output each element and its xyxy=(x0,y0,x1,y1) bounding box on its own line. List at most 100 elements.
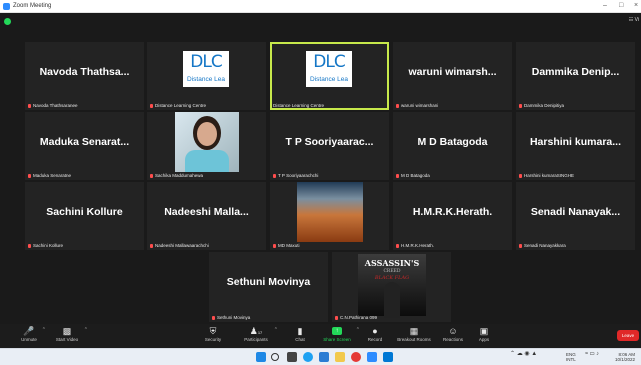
participant-name: H.M.R.K.Herath. xyxy=(412,206,493,218)
participant-caption: Sachika Maddumahewa xyxy=(150,173,203,178)
search-icon[interactable] xyxy=(271,353,279,361)
muted-mic-icon xyxy=(28,173,31,178)
view-button[interactable]: ☷ Vi xyxy=(629,17,639,23)
participant-image xyxy=(297,182,363,242)
record-button[interactable]: ● Record xyxy=(364,326,386,343)
participant-tile[interactable]: MD Maxuti xyxy=(270,182,389,250)
participants-button[interactable]: ♟17 Participants ⌃ xyxy=(240,326,278,343)
participants-caret-icon[interactable]: ⌃ xyxy=(274,327,278,333)
participant-caption: Navoda Thathsaranee xyxy=(28,103,77,108)
file-explorer-icon[interactable] xyxy=(335,352,345,362)
clock[interactable]: 8:06 AM 10/1/2022 xyxy=(615,352,635,362)
muted-mic-icon xyxy=(28,103,31,108)
security-button[interactable]: ⛨ Security xyxy=(202,326,224,343)
reactions-button[interactable]: ☺ Reactions xyxy=(440,326,466,343)
participant-image: ASSASSIN'S CREED BLACK FLAG xyxy=(358,254,426,318)
language-indicator[interactable]: ENG INTL xyxy=(566,352,576,362)
maximize-button[interactable]: □ xyxy=(619,1,623,11)
muted-mic-icon xyxy=(519,173,522,178)
muted-mic-icon xyxy=(150,103,153,108)
record-icon: ● xyxy=(372,326,378,336)
share-screen-button[interactable]: ↑ Share Screen ⌃ xyxy=(320,326,360,343)
leave-button[interactable]: Leave xyxy=(617,330,639,341)
participant-tile[interactable]: Sethuni Movinya Sethuni Movinya xyxy=(209,252,328,322)
muted-mic-icon xyxy=(212,315,215,320)
muted-mic-icon xyxy=(335,315,338,320)
participant-tile[interactable]: H.M.R.K.Herath. H.M.R.K.Herath. xyxy=(393,182,512,250)
participant-name: Senadi Nanayak... xyxy=(530,206,621,218)
muted-mic-icon xyxy=(273,243,276,248)
participant-name: waruni wimarsh... xyxy=(408,66,497,78)
share-options-caret-icon[interactable]: ⌃ xyxy=(356,327,360,333)
participant-tile[interactable]: Navoda Thathsa... Navoda Thathsaranee xyxy=(25,42,144,110)
active-speaker-tile[interactable]: DLC Distance Lea Distance Learning Centr… xyxy=(270,42,389,110)
muted-mic-icon xyxy=(396,243,399,248)
participant-caption: Senadi Nanayakkara xyxy=(519,243,566,248)
apps-button[interactable]: ▣ Apps xyxy=(474,326,494,343)
zoom-app-icon xyxy=(3,3,10,10)
participant-name: Sachini Kollure xyxy=(46,206,123,218)
participant-tile[interactable]: Sachini Kollure Sachini Kollure xyxy=(25,182,144,250)
start-video-button[interactable]: ▩ Start Video ⌃ xyxy=(52,326,88,343)
participant-caption: Distance Learning Centre xyxy=(150,103,206,108)
chrome-icon[interactable] xyxy=(351,352,361,362)
meeting-toolbar: 🎤 Unmute ⌃ ▩ Start Video ⌃ ⛨ Security ♟1… xyxy=(0,324,641,348)
participants-icon: ♟17 xyxy=(249,326,263,336)
unmute-button[interactable]: 🎤 Unmute ⌃ xyxy=(18,326,46,343)
participant-tile[interactable]: T P Sooriyaarac... T P Sooriyaarachchi xyxy=(270,112,389,180)
muted-mic-icon xyxy=(396,103,399,108)
chat-button[interactable]: ▮ Chat xyxy=(290,326,310,343)
apps-icon: ▣ xyxy=(479,326,489,336)
minimize-button[interactable]: – xyxy=(603,1,607,11)
security-shield-icon[interactable] xyxy=(4,18,11,25)
muted-microphone-icon: 🎤 xyxy=(23,326,35,336)
windows-start-icon[interactable] xyxy=(256,352,266,362)
participant-name: Nadeeshi Malla... xyxy=(164,206,249,218)
edge-browser-icon[interactable] xyxy=(303,352,313,362)
participant-tile[interactable]: waruni wimarsh... waruni wimarshani xyxy=(393,42,512,110)
participant-name: Dammika Denip... xyxy=(531,66,620,78)
store-icon[interactable] xyxy=(383,352,393,362)
participant-name: Sethuni Movinya xyxy=(226,276,311,288)
muted-mic-icon xyxy=(273,173,276,178)
video-options-caret-icon[interactable]: ⌃ xyxy=(84,327,88,333)
participant-photo xyxy=(175,112,239,172)
muted-mic-icon xyxy=(150,173,153,178)
participant-caption: C.N.Pathirana 099 xyxy=(335,315,377,320)
audio-options-caret-icon[interactable]: ⌃ xyxy=(42,327,46,333)
participant-tile[interactable]: Maduka Senarat... Maduka Senaratne xyxy=(25,112,144,180)
participants-count: 17 xyxy=(257,330,263,335)
participant-name: Navoda Thathsa... xyxy=(39,66,130,78)
network-volume-icons[interactable]: ≈ ▭ ♪ xyxy=(585,351,599,357)
participant-caption: M D Batagoda xyxy=(396,173,430,178)
participant-caption: Harshini kumaraSINGHE xyxy=(519,173,574,178)
breakout-rooms-button[interactable]: ▦ Breakout Rooms xyxy=(392,326,436,343)
participant-tile[interactable]: Nadeeshi Malla... Nadeeshi Mallawaarachc… xyxy=(147,182,266,250)
participant-tile[interactable]: M D Batagoda M D Batagoda xyxy=(393,112,512,180)
participant-name: Maduka Senarat... xyxy=(39,136,130,148)
participant-name: M D Batagoda xyxy=(417,136,488,148)
participant-tile[interactable]: Senadi Nanayak... Senadi Nanayakkara xyxy=(516,182,635,250)
muted-mic-icon xyxy=(396,173,399,178)
muted-mic-icon xyxy=(28,243,31,248)
participant-caption: Distance Learning Centre xyxy=(273,103,325,108)
close-button[interactable]: × xyxy=(634,1,638,11)
muted-mic-icon xyxy=(519,243,522,248)
participant-tile[interactable]: ASSASSIN'S CREED BLACK FLAG C.N.Pathiran… xyxy=(332,252,451,322)
tray-icons[interactable]: ⌃ ☁ ◉ ▲ xyxy=(510,351,537,357)
windows-taskbar: ⌃ ☁ ◉ ▲ ENG INTL ≈ ▭ ♪ 8:06 AM 10/1/2022 xyxy=(0,348,641,365)
share-screen-icon: ↑ xyxy=(332,327,342,335)
breakout-rooms-icon: ▦ xyxy=(409,326,419,336)
participant-tile[interactable]: Sachika Maddumahewa xyxy=(147,112,266,180)
task-view-icon[interactable] xyxy=(287,352,297,362)
participant-caption: Sachini Kollure xyxy=(28,243,63,248)
participant-tile[interactable]: Harshini kumara... Harshini kumaraSINGHE xyxy=(516,112,635,180)
participant-tile[interactable]: Dammika Denip... Dammika Denipitiya xyxy=(516,42,635,110)
participant-tile[interactable]: DLC Distance Lea Distance Learning Centr… xyxy=(147,42,266,110)
zoom-taskbar-icon[interactable] xyxy=(367,352,377,362)
video-off-icon: ▩ xyxy=(62,326,72,336)
muted-mic-icon xyxy=(519,103,522,108)
mail-icon[interactable] xyxy=(319,352,329,362)
dlc-logo: DLC Distance Lea xyxy=(183,51,229,87)
participant-caption: H.M.R.K.Herath. xyxy=(396,243,434,248)
